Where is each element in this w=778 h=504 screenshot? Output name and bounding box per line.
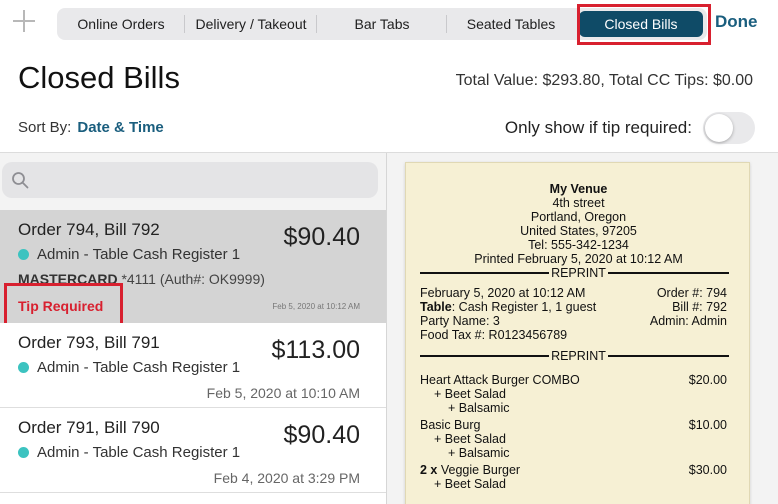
reprint-label: REPRINT — [549, 266, 608, 280]
sort-value[interactable]: Date & Time — [77, 119, 163, 136]
receipt-item-price: $10.00 — [688, 418, 727, 432]
search-input[interactable] — [2, 162, 378, 198]
done-button[interactable]: Done — [715, 12, 758, 32]
status-dot-icon — [18, 249, 29, 260]
tab-bar-tabs[interactable]: Bar Tabs — [317, 8, 447, 40]
receipt-modifier: + Beet Salad — [434, 432, 506, 446]
receipt-bill-number: Bill #: 792 — [672, 300, 727, 314]
totals-summary: Total Value: $293.80, Total CC Tips: $0.… — [455, 72, 753, 89]
add-icon[interactable] — [12, 9, 36, 33]
tip-filter-toggle[interactable] — [703, 112, 755, 144]
receipt-modifier: + Balsamic — [448, 401, 510, 415]
status-dot-icon — [18, 362, 29, 373]
tab-online-orders[interactable]: Online Orders — [57, 8, 185, 40]
bill-date: Feb 4, 2020 at 3:29 PM — [213, 470, 360, 486]
receipt-table: Table: Cash Register 1, 1 guest — [420, 300, 597, 314]
receipt-modifier: + Beet Salad — [434, 387, 506, 401]
receipt-party: Party Name: 3 — [420, 314, 500, 328]
receipt-item: Heart Attack Burger COMBO — [420, 373, 580, 387]
receipt-item: 2 x Veggie Burger — [420, 463, 521, 477]
page-title: Closed Bills — [18, 60, 180, 95]
receipt-phone: Tel: 555-342-1234 — [528, 238, 629, 252]
receipt-preview-pane: My Venue 4th street Portland, Oregon Uni… — [386, 153, 778, 504]
tab-seated-tables[interactable]: Seated Tables — [447, 8, 575, 40]
receipt-address-line: 4th street — [552, 196, 605, 210]
receipt-datetime: February 5, 2020 at 10:12 AM — [420, 286, 586, 300]
search-icon — [12, 172, 29, 189]
bills-list: Order 794, Bill 792 Admin - Table Cash R… — [0, 153, 386, 504]
receipt-modifier: + Beet Salad — [434, 477, 506, 491]
receipt-item: Basic Burg — [420, 418, 481, 432]
highlight-box-closed-bills — [577, 4, 711, 45]
bill-row[interactable]: Order 793, Bill 791 Admin - Table Cash R… — [0, 323, 386, 408]
receipt-admin: Admin: Admin — [649, 314, 727, 328]
sort-label: Sort By: — [18, 119, 72, 136]
highlight-box-tip-required — [4, 283, 123, 326]
receipt-venue: My Venue — [549, 182, 608, 196]
sort-control[interactable]: Sort By: Date & Time — [18, 119, 164, 136]
receipt-item-price: $20.00 — [688, 373, 727, 387]
bill-register: Admin - Table Cash Register 1 — [18, 359, 240, 376]
bill-title: Order 791, Bill 790 — [18, 418, 160, 437]
receipt-address-line: United States, 97205 — [520, 224, 637, 238]
toggle-knob — [705, 114, 733, 142]
bill-amount: $113.00 — [271, 336, 360, 364]
bill-date: Feb 5, 2020 at 10:12 AM — [272, 302, 360, 311]
bill-amount: $90.40 — [283, 223, 360, 251]
bill-register: Admin - Table Cash Register 1 — [18, 444, 240, 461]
bill-date: Feb 5, 2020 at 10:10 AM — [206, 385, 360, 401]
receipt-address-line: Portland, Oregon — [530, 210, 627, 224]
bill-row[interactable] — [0, 493, 386, 504]
reprint-label: REPRINT — [549, 349, 608, 363]
top-bar: Online Orders Delivery / Takeout Bar Tab… — [0, 0, 778, 48]
bill-title: Order 793, Bill 791 — [18, 333, 160, 352]
receipt-modifier: + Balsamic — [448, 446, 510, 460]
receipt-tax-id: Food Tax #: R0123456789 — [420, 328, 568, 342]
bill-row[interactable]: Order 791, Bill 790 Admin - Table Cash R… — [0, 408, 386, 493]
bill-amount: $90.40 — [283, 421, 360, 449]
bill-title: Order 794, Bill 792 — [18, 220, 160, 239]
receipt-item-price: $30.00 — [688, 463, 727, 477]
receipt: My Venue 4th street Portland, Oregon Uni… — [405, 162, 750, 504]
tab-delivery-takeout[interactable]: Delivery / Takeout — [185, 8, 317, 40]
status-dot-icon — [18, 447, 29, 458]
receipt-printed: Printed February 5, 2020 at 10:12 AM — [474, 252, 683, 266]
bill-register: Admin - Table Cash Register 1 — [18, 246, 240, 263]
receipt-order-number: Order #: 794 — [656, 286, 727, 300]
tip-filter-label: Only show if tip required: — [504, 118, 692, 137]
